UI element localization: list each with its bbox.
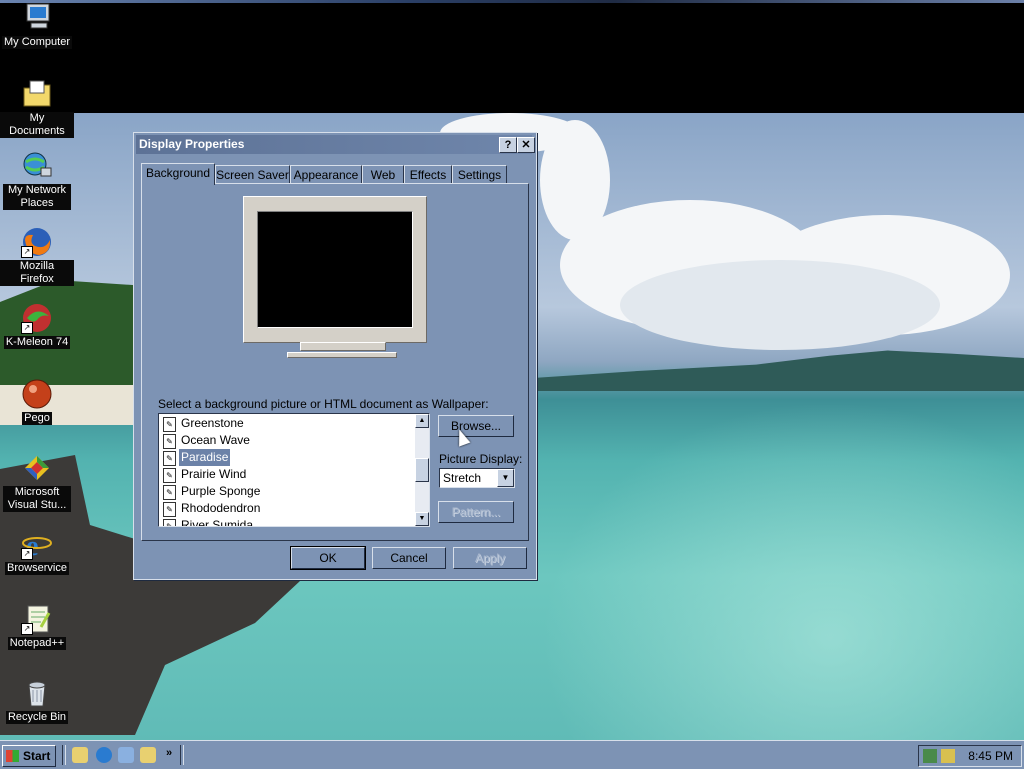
list-item-label: Prairie Wind: [181, 467, 247, 481]
wallpaper-file-icon: ✎: [163, 485, 176, 500]
start-button[interactable]: Start: [2, 745, 56, 767]
list-item-label: Paradise: [177, 448, 232, 467]
system-tray: 8:45 PM: [918, 745, 1022, 767]
monitor-preview-screen: [257, 211, 413, 328]
mountains: [537, 350, 1024, 391]
visual-studio-icon: [21, 452, 53, 484]
desktop-icon-pego[interactable]: Pego: [0, 378, 74, 425]
explorer-icon[interactable]: [140, 747, 156, 763]
network-places-icon: [21, 150, 53, 182]
k-meleon-icon: ↗: [21, 302, 53, 334]
monitor-preview: [243, 196, 427, 343]
display-properties-dialog: Display Properties ? ✕ Background Screen…: [133, 132, 537, 580]
desktop-icon-label: My Documents: [0, 112, 74, 138]
pego-icon: [21, 378, 53, 410]
internet-explorer-icon[interactable]: [96, 747, 112, 763]
water: [540, 400, 1024, 740]
clock[interactable]: 8:45 PM: [968, 746, 1013, 766]
show-desktop-icon[interactable]: [72, 747, 88, 763]
list-item-label: Purple Sponge: [181, 484, 261, 498]
shortcut-arrow-icon: ↗: [21, 246, 33, 258]
list-item-label: Rhododendron: [181, 501, 261, 515]
scroll-up-icon[interactable]: ▲: [415, 414, 429, 428]
desktop-icon-microsoft-visual-studio[interactable]: Microsoft Visual Stu...: [0, 452, 74, 512]
cancel-button[interactable]: Cancel: [372, 547, 446, 569]
notepad-plus-plus-icon: ↗: [21, 603, 53, 635]
tab-appearance[interactable]: Appearance: [290, 165, 362, 184]
volume-tray-icon[interactable]: [941, 749, 955, 763]
wallpaper-file-icon: ✎: [163, 417, 176, 432]
close-button[interactable]: ✕: [517, 137, 535, 153]
start-label: Start: [23, 749, 51, 763]
desktop-icon-mozilla-firefox[interactable]: ↗ Mozilla Firefox: [0, 226, 74, 286]
shortcut-arrow-icon: ↗: [21, 322, 33, 334]
desktop-icon-label: My Network Places: [3, 184, 71, 210]
desktop-icon-label: Microsoft Visual Stu...: [3, 486, 71, 512]
chevron-down-icon[interactable]: ▼: [497, 469, 514, 487]
wallpaper-file-icon: ✎: [163, 519, 176, 526]
scrollbar-thumb[interactable]: [415, 458, 429, 482]
picture-display-value: Stretch: [443, 471, 482, 485]
tab-screen-saver[interactable]: Screen Saver: [215, 165, 290, 184]
wallpaper-file-icon: ✎: [163, 502, 176, 517]
desktop-icon-label: Mozilla Firefox: [0, 260, 74, 286]
desktop-icon-label: Notepad++: [7, 637, 67, 650]
wallpaper-listbox[interactable]: ✎ Greenstone ✎ Ocean Wave ✎ Paradise ✎ P…: [158, 413, 430, 527]
scroll-down-icon[interactable]: ▼: [415, 512, 429, 526]
network-tray-icon[interactable]: [923, 749, 937, 763]
wallpaper-black-band: [0, 0, 1024, 113]
pattern-button[interactable]: Pattern...: [438, 501, 514, 523]
desktop-icon-label: Pego: [22, 412, 52, 425]
internet-explorer-icon: e ↗: [21, 528, 53, 562]
desktop-icon-recycle-bin[interactable]: Recycle Bin: [0, 677, 74, 724]
outlook-express-icon[interactable]: [118, 747, 134, 763]
desktop-icon-my-documents[interactable]: My Documents: [0, 78, 74, 138]
browse-button[interactable]: Browse...: [438, 415, 514, 437]
firefox-icon: ↗: [21, 226, 53, 258]
tab-settings[interactable]: Settings: [452, 165, 507, 184]
picture-display-select[interactable]: Stretch ▼: [439, 468, 515, 488]
windows-logo-icon: [6, 750, 19, 762]
dialog-title-bar[interactable]: Display Properties ? ✕: [136, 135, 535, 154]
wallpaper-top-strip: [0, 0, 1024, 3]
desktop-icon-k-meleon[interactable]: ↗ K-Meleon 74: [0, 302, 74, 349]
tab-effects[interactable]: Effects: [404, 165, 452, 184]
taskbar: Start » 8:45 PM: [0, 740, 1024, 769]
wallpaper-file-icon: ✎: [163, 434, 176, 449]
dialog-title: Display Properties: [139, 137, 245, 151]
tab-background[interactable]: Background: [141, 163, 215, 185]
desktop-icon-my-network-places[interactable]: My Network Places: [0, 150, 74, 210]
desktop-icon-label: My Computer: [1, 36, 73, 49]
desktop-icon-label: Recycle Bin: [5, 711, 69, 724]
desktop-icon-my-computer[interactable]: My Computer: [0, 2, 74, 49]
background-tab-panel: Select a background picture or HTML docu…: [141, 183, 529, 541]
monitor-base: [287, 352, 397, 358]
computer-icon: [21, 2, 53, 34]
desktop-icon-label: K-Meleon 74: [3, 336, 71, 349]
shortcut-arrow-icon: ↗: [21, 623, 33, 635]
list-item-label: Ocean Wave: [181, 433, 250, 447]
taskbar-separator: [180, 745, 184, 765]
wallpaper-file-icon: ✎: [163, 468, 176, 483]
desktop-icon-browservice[interactable]: e ↗ Browservice: [0, 528, 74, 575]
list-item-label: Greenstone: [181, 416, 244, 430]
list-item-label: River Sumida: [181, 518, 254, 527]
tab-web[interactable]: Web: [362, 165, 404, 184]
desktop-icon-notepad-plus-plus[interactable]: ↗ Notepad++: [0, 603, 74, 650]
taskbar-separator: [62, 745, 66, 765]
ok-button[interactable]: OK: [290, 546, 366, 570]
wallpaper-select-label: Select a background picture or HTML docu…: [158, 397, 489, 411]
help-button[interactable]: ?: [499, 137, 517, 153]
picture-display-label: Picture Display:: [439, 452, 523, 466]
apply-button[interactable]: Apply: [453, 547, 527, 569]
cloud: [620, 260, 940, 350]
folder-documents-icon: [21, 78, 53, 110]
listbox-scrollbar[interactable]: ▲ ▼: [415, 414, 429, 526]
wallpaper-file-icon: ✎: [163, 451, 176, 466]
desktop-icon-label: Browservice: [5, 562, 69, 575]
shortcut-arrow-icon: ↗: [21, 548, 33, 560]
monitor-stand: [300, 342, 386, 351]
quick-launch-more-icon[interactable]: »: [166, 747, 172, 759]
recycle-bin-icon: [21, 677, 53, 709]
